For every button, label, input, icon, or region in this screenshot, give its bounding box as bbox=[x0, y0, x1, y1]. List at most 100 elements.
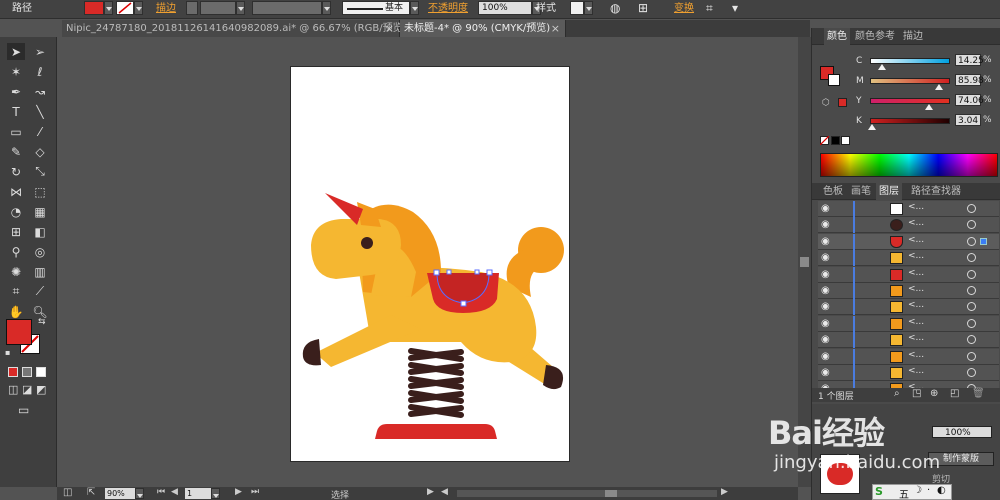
next-artboard-icon[interactable]: ▶ bbox=[235, 487, 242, 497]
transform-link[interactable]: 变换 bbox=[674, 2, 694, 16]
brush-style-dropdown[interactable] bbox=[410, 1, 419, 15]
channel-k-input[interactable]: 3.04 bbox=[955, 114, 981, 126]
stroke-weight-stepper[interactable] bbox=[186, 1, 198, 15]
eraser-tool-icon[interactable]: ◇ bbox=[31, 143, 49, 160]
draw-mode-icon[interactable]: ◫ bbox=[8, 383, 18, 396]
delete-icon[interactable]: 🗑︎ bbox=[972, 388, 985, 399]
gradient-tool-icon[interactable]: ◧ bbox=[31, 223, 49, 240]
scroll-left-icon[interactable]: ◀ bbox=[441, 487, 448, 497]
color-mode-icon[interactable] bbox=[8, 367, 18, 377]
variable-width-field[interactable] bbox=[252, 1, 322, 15]
rectangle-tool-icon[interactable]: ▭ bbox=[7, 123, 25, 140]
lasso-tool-icon[interactable]: ℓ bbox=[31, 63, 49, 80]
type-tool-icon[interactable]: T bbox=[7, 103, 25, 120]
close-icon[interactable]: × bbox=[551, 20, 560, 37]
layer-row[interactable]: ◉ <... bbox=[818, 332, 999, 349]
perspective-grid-tool-icon[interactable]: ▦ bbox=[31, 203, 49, 220]
channel-c-input[interactable]: 14.25 bbox=[955, 54, 984, 66]
magic-wand-tool-icon[interactable]: ✶ bbox=[7, 63, 25, 80]
target-circle-icon[interactable] bbox=[967, 220, 976, 230]
target-circle-icon[interactable] bbox=[967, 286, 976, 295]
stroke-dropdown[interactable] bbox=[134, 1, 143, 15]
white-swatch[interactable] bbox=[841, 136, 850, 145]
mesh-tool-icon[interactable]: ⊞ bbox=[7, 223, 25, 240]
export-icon[interactable]: ⇱ bbox=[87, 487, 95, 498]
recolor-icon[interactable]: ◍ bbox=[610, 1, 620, 15]
screen-mode-icon[interactable]: ▭ bbox=[18, 403, 29, 417]
direct-selection-tool-icon[interactable]: ➢ bbox=[31, 43, 49, 60]
previous-artboard-icon[interactable]: ◀ bbox=[171, 487, 178, 497]
target-circle-icon[interactable] bbox=[967, 335, 976, 345]
status-menu-icon[interactable]: ▶ bbox=[427, 487, 434, 497]
tab-pathfinder[interactable]: 路径查找器 bbox=[908, 183, 964, 200]
channel-m-knob[interactable] bbox=[935, 84, 943, 90]
gradient-mode-icon[interactable] bbox=[22, 367, 32, 377]
channel-y-slider[interactable] bbox=[870, 98, 950, 104]
tab-layers[interactable]: 图层 bbox=[876, 183, 902, 200]
transparency-opacity-input[interactable]: 100% bbox=[932, 426, 992, 438]
layer-row[interactable]: ◉ <... bbox=[818, 217, 999, 234]
new-layer-icon[interactable]: ◰ bbox=[950, 388, 959, 399]
black-swatch[interactable] bbox=[831, 136, 840, 145]
variable-width-dropdown[interactable] bbox=[322, 1, 331, 15]
none-swatch[interactable] bbox=[820, 136, 829, 145]
visibility-eye-icon[interactable]: ◉ bbox=[821, 252, 830, 263]
fill-dropdown[interactable] bbox=[104, 1, 113, 15]
tab-color[interactable]: 颜色 bbox=[824, 28, 850, 45]
last-artboard-icon[interactable]: ⏭ bbox=[251, 487, 259, 497]
channel-y-input[interactable]: 74.06 bbox=[955, 94, 984, 106]
column-graph-tool-icon[interactable]: ▥ bbox=[31, 263, 49, 280]
visibility-eye-icon[interactable]: ◉ bbox=[821, 269, 830, 280]
ime-punct-icon[interactable]: · bbox=[927, 485, 930, 496]
draw-inside-icon[interactable]: ◩ bbox=[36, 383, 46, 396]
free-transform-tool-icon[interactable]: ⬚ bbox=[31, 183, 49, 200]
visibility-eye-icon[interactable]: ◉ bbox=[821, 351, 830, 362]
first-artboard-icon[interactable]: ⏮ bbox=[157, 487, 165, 497]
locate-object-icon[interactable]: ⌕ bbox=[894, 388, 900, 399]
opacity-link[interactable]: 不透明度 bbox=[428, 2, 468, 16]
horizontal-scrollbar[interactable] bbox=[457, 490, 717, 497]
fill-color-box[interactable] bbox=[6, 319, 32, 345]
layer-row[interactable]: ◉ <... bbox=[818, 233, 999, 250]
selection-indicator[interactable] bbox=[980, 237, 987, 245]
horizontal-scroll-thumb[interactable] bbox=[605, 490, 617, 497]
visibility-eye-icon[interactable]: ◉ bbox=[821, 236, 830, 247]
visibility-eye-icon[interactable]: ◉ bbox=[821, 367, 830, 378]
slice-tool-icon[interactable]: ⟋ bbox=[31, 283, 49, 300]
layer-row[interactable]: ◉ <... bbox=[818, 365, 999, 381]
layer-row[interactable]: ◉ <... bbox=[818, 283, 999, 299]
stroke-weight-input[interactable] bbox=[200, 1, 236, 15]
channel-k-slider[interactable] bbox=[870, 118, 950, 124]
out-of-gamut-swatch[interactable] bbox=[838, 98, 847, 107]
target-circle-icon[interactable] bbox=[967, 368, 976, 377]
channel-c-knob[interactable] bbox=[878, 64, 886, 70]
stroke-none-swatch[interactable] bbox=[116, 1, 134, 15]
none-mode-icon[interactable] bbox=[36, 367, 46, 377]
channel-k-knob[interactable] bbox=[868, 124, 876, 130]
ime-mode-label[interactable]: 五 bbox=[899, 486, 909, 500]
paintbrush-tool-icon[interactable]: ⁄ bbox=[31, 123, 49, 140]
target-circle-icon[interactable] bbox=[967, 253, 976, 263]
layer-row[interactable]: ◉ <... bbox=[818, 250, 999, 267]
tab-document-1[interactable]: Nipic_24787180_20181126141640982089.ai* … bbox=[62, 20, 407, 37]
scroll-right-icon[interactable]: ▶ bbox=[721, 487, 728, 497]
visibility-eye-icon[interactable]: ◉ bbox=[821, 301, 830, 312]
artboard-number-input[interactable]: 1 bbox=[185, 488, 211, 499]
pencil-tool-icon[interactable]: ✎ bbox=[7, 143, 25, 160]
layer-row[interactable]: ◉ <... bbox=[818, 201, 999, 217]
target-circle-icon[interactable] bbox=[967, 318, 976, 328]
zoom-input[interactable]: 90% bbox=[105, 488, 135, 499]
eyedropper-tool-icon[interactable]: ⚲ bbox=[7, 243, 25, 260]
artboard[interactable] bbox=[290, 66, 570, 462]
close-icon[interactable]: × bbox=[385, 20, 394, 37]
target-circle-icon[interactable] bbox=[967, 236, 976, 246]
ime-toolbar[interactable]: S 五 ☽ · ◐ bbox=[872, 484, 952, 500]
shape-builder-tool-icon[interactable]: ◔ bbox=[7, 203, 25, 220]
layer-row[interactable]: ◉ <... bbox=[818, 315, 999, 332]
blend-tool-icon[interactable]: ◎ bbox=[31, 243, 49, 260]
scale-tool-icon[interactable]: ⤡ bbox=[31, 163, 49, 180]
line-tool-icon[interactable]: ╲ bbox=[31, 103, 49, 120]
color-spectrum[interactable] bbox=[820, 153, 998, 177]
tab-document-2[interactable]: 未标题-4* @ 90% (CMYK/预览) × bbox=[400, 20, 566, 37]
target-circle-icon[interactable] bbox=[967, 204, 976, 213]
